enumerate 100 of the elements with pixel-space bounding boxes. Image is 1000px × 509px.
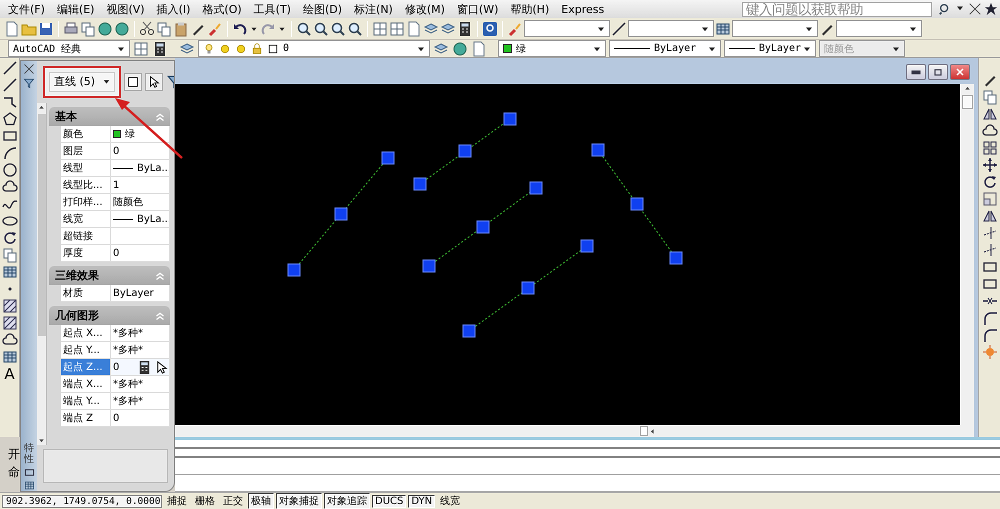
property-label[interactable]: 颜色 [61,126,111,143]
property-label[interactable]: 端点 Y... [61,393,111,410]
selection-dropdown[interactable]: 直线 (5) [49,72,116,92]
property-label[interactable]: 线型 [61,160,111,177]
status-toggle[interactable]: 对象追踪 [324,493,370,509]
line-entity[interactable] [288,152,394,276]
menu-item[interactable]: 窗口(W) [450,2,504,16]
layers-icon[interactable] [433,40,449,56]
hatch-icon[interactable] [2,298,18,314]
property-value[interactable]: 0 [111,359,170,376]
zoom-icon[interactable] [313,20,329,36]
property-label[interactable]: 起点 X... [61,325,111,342]
scrollbar-thumb[interactable] [640,426,648,436]
menu-item[interactable]: 帮助(H) [504,2,556,16]
calculator-icon[interactable] [137,360,152,374]
table-icon[interactable] [2,264,18,280]
grid-icon[interactable] [389,20,405,36]
trim-icon[interactable] [982,225,998,241]
menu-item[interactable]: 格式(O) [196,2,248,16]
status-toggle[interactable]: 线宽 [437,493,464,509]
copy-icon[interactable] [156,20,172,36]
vertical-scrollbar[interactable] [960,84,974,425]
scissors-icon[interactable] [139,20,155,36]
multileader-style-dropdown[interactable] [836,20,922,37]
property-label[interactable]: 端点 X... [61,376,111,393]
layer-dropdown[interactable]: 0 [198,40,430,57]
status-toggle[interactable]: 正交 [220,493,246,509]
table-icon[interactable] [715,20,731,36]
property-label[interactable]: 材质 [61,285,111,302]
fillet-icon[interactable] [982,310,998,326]
section-header[interactable]: 三维效果 [49,266,170,285]
property-value[interactable]: 0 [111,245,170,262]
fillet-icon[interactable] [982,327,998,343]
property-label[interactable]: 线型比... [61,177,111,194]
menu-item[interactable]: 绘图(D) [296,2,348,16]
close-button[interactable] [950,64,970,80]
zoom-icon[interactable] [296,20,312,36]
property-label[interactable]: 起点 Y... [61,342,111,359]
property-value[interactable]: *多种* [111,376,170,393]
mirror-icon[interactable] [982,208,998,224]
line-entity[interactable] [462,240,594,338]
calculator-icon[interactable] [152,40,168,56]
restore-button[interactable] [928,64,948,80]
grid-icon[interactable] [372,20,388,36]
lineweight-dropdown[interactable]: ByLayer [724,40,816,57]
star-icon[interactable] [984,2,998,16]
property-value[interactable]: *多种* [111,325,170,342]
square-icon[interactable] [126,74,140,88]
clipboard-icon[interactable] [173,20,189,36]
status-toggle[interactable]: DYN [408,494,436,508]
property-label[interactable]: 超链接 [61,228,111,245]
scale-icon[interactable] [982,191,998,207]
property-label[interactable]: 端点 Z [61,410,111,427]
trim-icon[interactable] [982,242,998,258]
menu-item[interactable]: 修改(M) [398,2,451,16]
copy-icon[interactable] [982,89,998,105]
line-icon[interactable] [2,60,18,76]
rotate-icon[interactable] [2,230,18,246]
property-label[interactable]: 起点 Z... [61,359,111,376]
linetype-dropdown[interactable]: ByLayer [609,40,721,57]
property-value[interactable]: ByLa... [111,160,170,177]
circle-icon[interactable] [2,162,18,178]
text-tool-button[interactable]: A [4,366,15,382]
menu-item[interactable]: Express [555,2,610,16]
menu-item[interactable]: 插入(I) [150,2,196,16]
layers-icon[interactable] [179,40,195,56]
arc-icon[interactable] [2,145,18,161]
save-icon[interactable] [38,20,54,36]
line-icon[interactable] [2,77,18,93]
rotate-icon[interactable] [982,174,998,190]
section-header[interactable]: 基本 [49,107,170,126]
brush-icon[interactable] [207,20,223,36]
minimize-button[interactable] [906,64,926,80]
file-icon[interactable] [406,20,422,36]
status-toggle[interactable]: 栅格 [192,493,218,509]
layers-icon[interactable] [440,20,456,36]
rectangle-icon[interactable] [24,467,34,478]
property-value[interactable]: ByLa... [111,211,170,228]
property-value[interactable]: ByLayer [111,285,170,302]
polygon-icon[interactable] [2,111,18,127]
line-entity[interactable] [414,112,516,190]
move-icon[interactable] [982,157,998,173]
line-icon[interactable] [611,20,627,36]
table-icon[interactable] [24,480,34,491]
property-value[interactable]: *多种* [111,393,170,410]
status-toggle[interactable]: 对象捕捉 [276,493,322,509]
property-label[interactable]: 打印样... [61,194,111,211]
section-header[interactable]: 几何图形 [49,306,170,325]
menu-item[interactable]: 文件(F) [2,2,51,16]
property-value[interactable]: 1 [111,177,170,194]
line-entity[interactable] [422,182,542,272]
status-toggle[interactable]: 捕捉 [164,493,190,509]
status-toggle[interactable]: 极轴 [248,493,274,509]
property-value[interactable]: 绿 [111,126,170,143]
zoom-icon[interactable] [347,20,363,36]
property-value[interactable]: *多种* [111,342,170,359]
color-dropdown[interactable]: 绿 [498,40,606,57]
scrollbar[interactable] [37,103,47,445]
menu-item[interactable]: 视图(V) [100,2,151,16]
brush-icon[interactable] [507,20,523,36]
